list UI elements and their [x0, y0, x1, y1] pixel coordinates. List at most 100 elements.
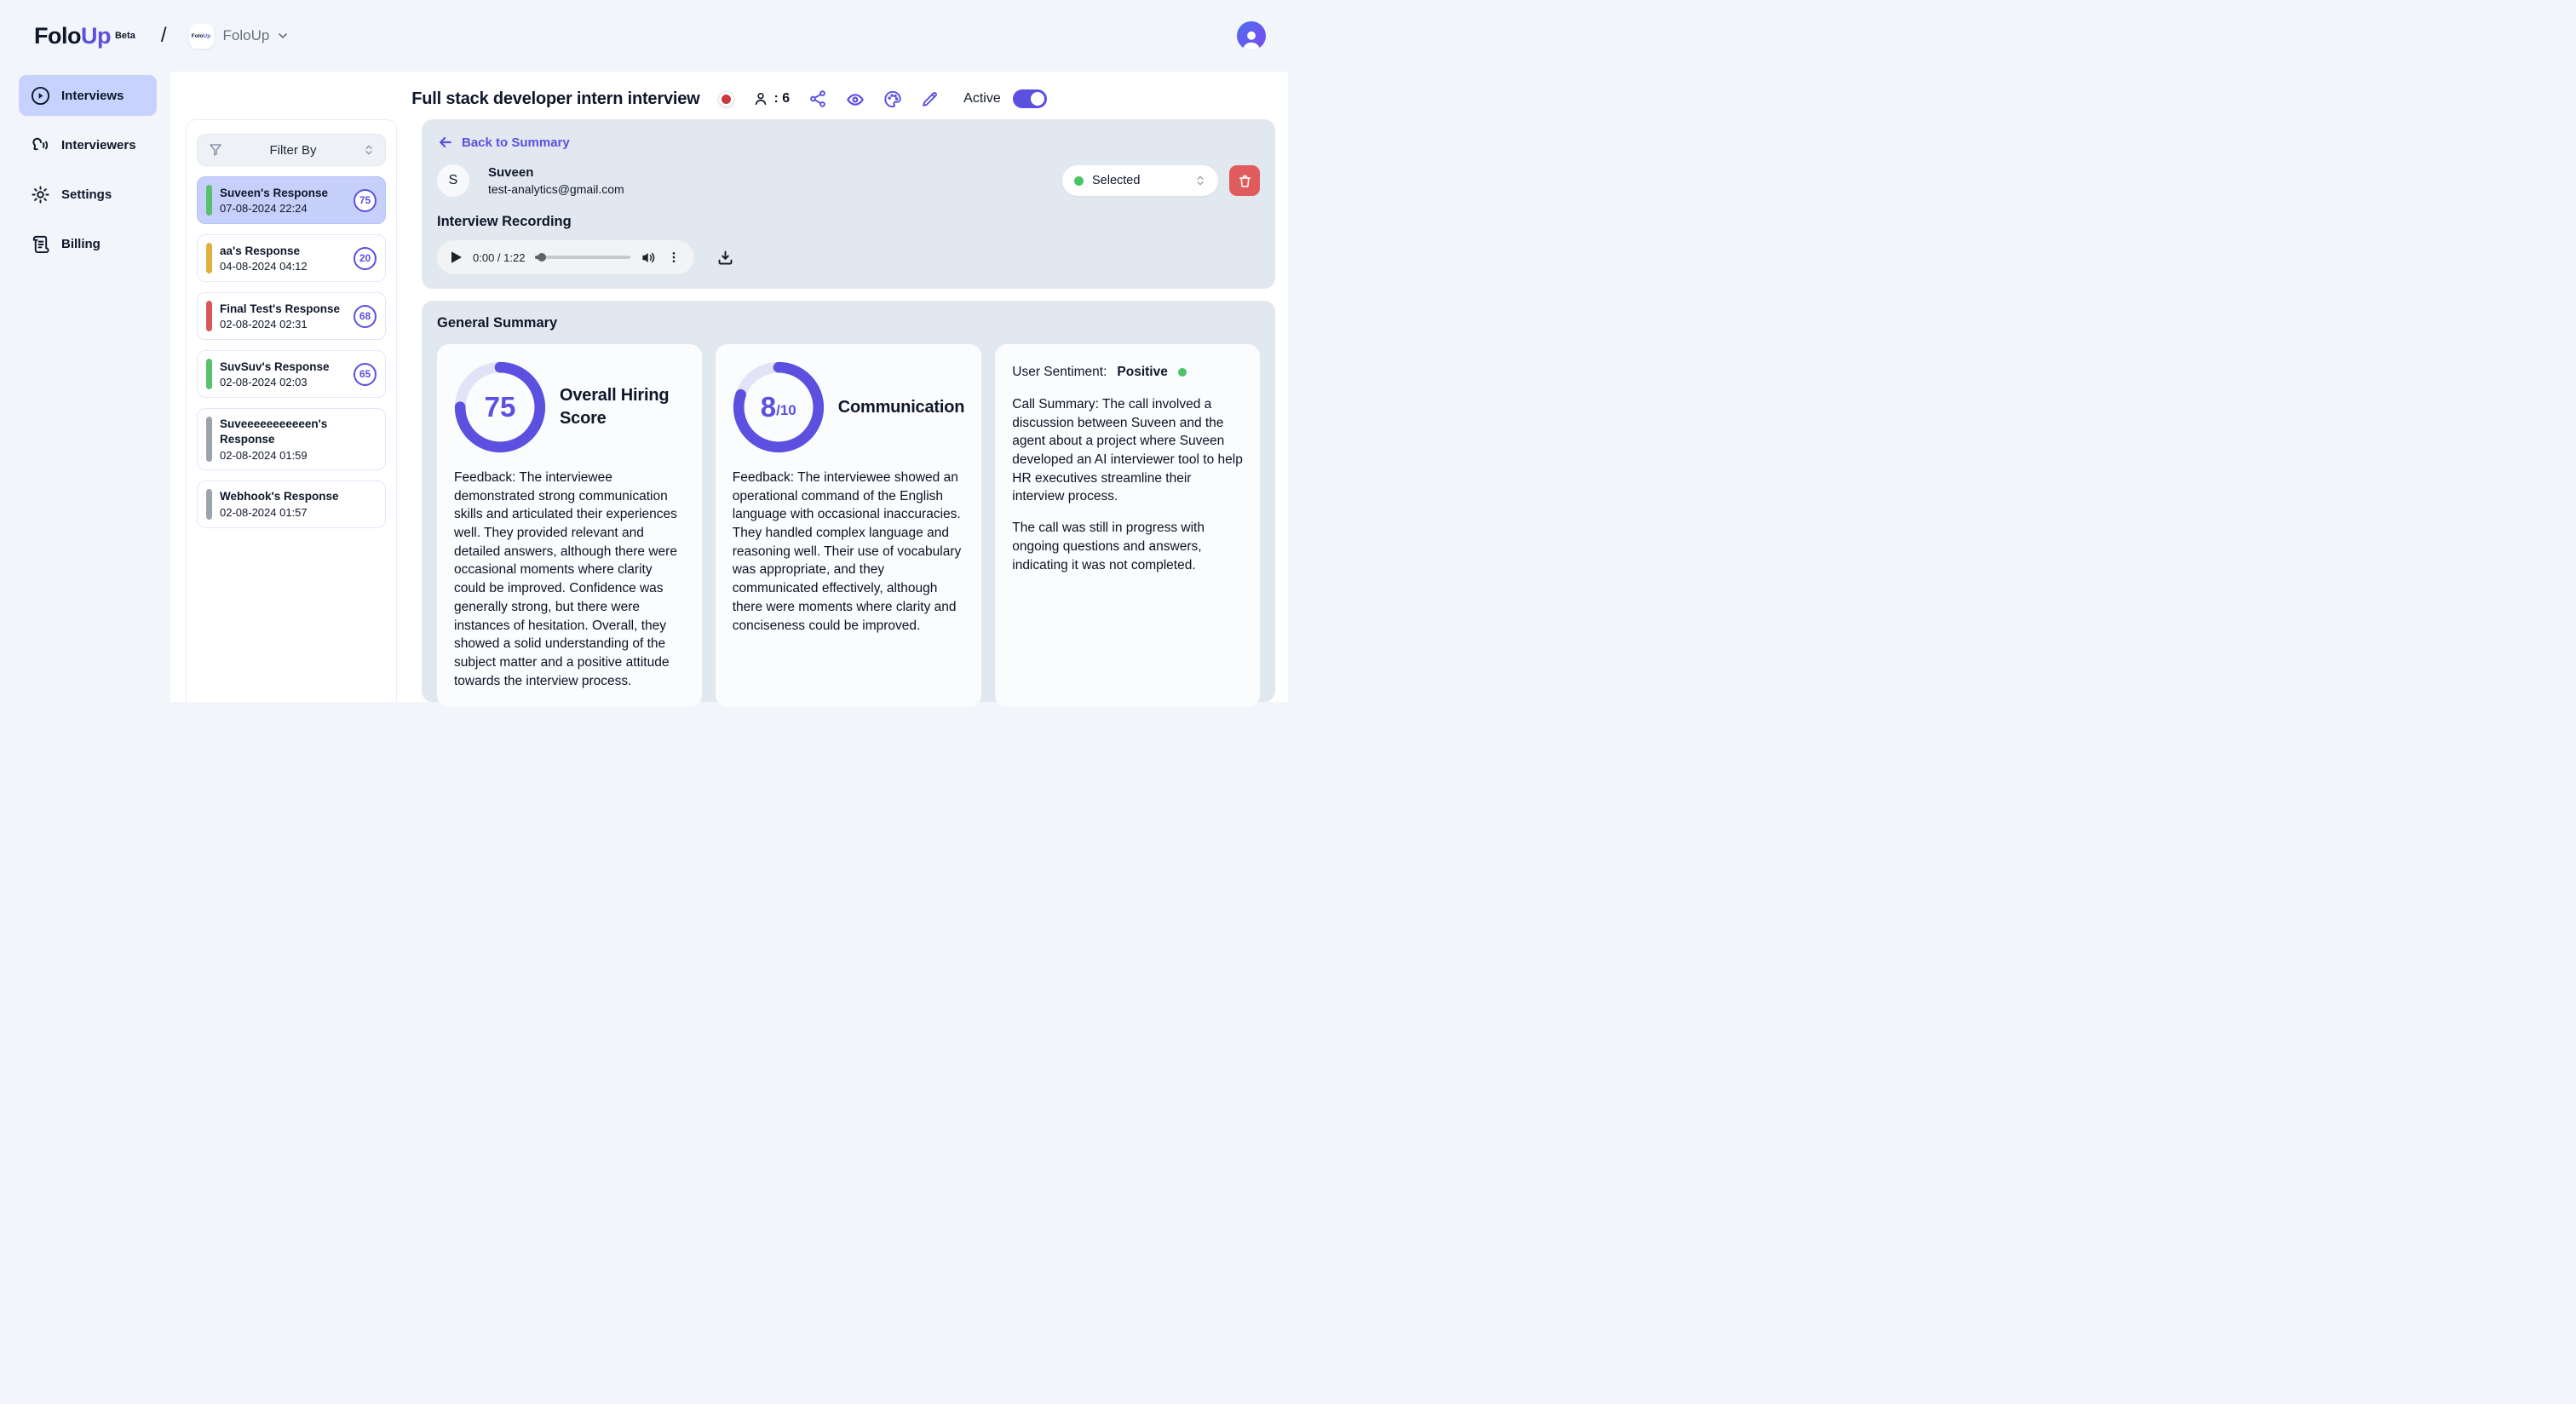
preview-eye-icon[interactable]: [846, 89, 865, 108]
recording-section-title: Interview Recording: [437, 214, 1260, 230]
edit-pencil-icon[interactable]: [921, 89, 940, 108]
response-date: 02-08-2024 01:59: [220, 449, 377, 462]
sentiment-card: User Sentiment: Positive Call Summary: T…: [995, 344, 1260, 707]
sidebar-item-label: Billing: [61, 237, 101, 251]
card-feedback: Feedback: The interviewee demonstrated s…: [454, 469, 685, 690]
card-title: Communication: [838, 396, 965, 419]
card-title: Overall Hiring Score: [560, 384, 685, 430]
back-to-summary-link[interactable]: Back to Summary: [437, 134, 570, 151]
active-label: Active: [963, 91, 1001, 106]
card-feedback: Feedback: The interviewee showed an oper…: [733, 469, 965, 635]
user-avatar[interactable]: [1237, 21, 1266, 50]
chevron-down-icon[interactable]: [276, 29, 290, 43]
active-toggle[interactable]: [1013, 89, 1047, 108]
response-item[interactable]: aa's Response 04-08-2024 04:12 20: [197, 234, 386, 282]
chevrons-up-down-icon: [363, 144, 375, 156]
respondent-email: test-analytics@gmail.com: [488, 182, 624, 196]
response-detail: Back to Summary S Suveen test-analytics@…: [422, 119, 1275, 702]
response-item[interactable]: Suveeeeeeeeeeen's Response 02-08-2024 01…: [197, 408, 386, 470]
response-date: 02-08-2024 01:57: [220, 506, 377, 519]
sidebar-item-settings[interactable]: Settings: [19, 174, 157, 215]
funnel-icon: [208, 142, 223, 158]
response-date: 04-08-2024 04:12: [220, 260, 346, 273]
trash-icon: [1238, 174, 1252, 188]
gear-icon: [31, 185, 50, 204]
workspace-name[interactable]: FoloUp: [223, 27, 270, 44]
response-name: SuvSuv's Response: [220, 360, 346, 375]
communication-card: 8/10 Communication Feedback: The intervi…: [716, 344, 982, 707]
filter-label: Filter By: [223, 143, 363, 158]
brand-logo[interactable]: FoloUp: [34, 23, 111, 49]
status-bar: [206, 417, 212, 462]
respondent-name: Suveen: [488, 165, 624, 180]
voice-icon: [31, 135, 50, 155]
interview-title: Full stack developer intern interview: [411, 89, 699, 109]
response-name: Webhook's Response: [220, 489, 377, 504]
volume-icon[interactable]: [641, 250, 657, 266]
score-badge: 68: [354, 305, 377, 328]
status-bar: [206, 243, 212, 273]
sidebar-item-interviews[interactable]: Interviews: [19, 75, 157, 116]
play-circle-icon: [31, 86, 50, 106]
sidebar-item-label: Interviews: [61, 89, 124, 103]
response-date: 07-08-2024 22:24: [220, 202, 346, 215]
status-dot: [1074, 176, 1084, 186]
respondent-count: : 6: [752, 90, 791, 107]
sidebar-item-label: Interviewers: [61, 138, 136, 152]
player-time: 0:00 / 1:22: [473, 251, 525, 264]
response-item[interactable]: Final Test's Response 02-08-2024 02:31 6…: [197, 292, 386, 340]
overall-score-card: 75 Overall Hiring Score Feedback: The in…: [437, 344, 702, 707]
sentiment-value: Positive: [1117, 365, 1167, 380]
response-name: Suveeeeeeeeeeen's Response: [220, 417, 377, 447]
profile-panel: Back to Summary S Suveen test-analytics@…: [422, 119, 1275, 289]
audio-player[interactable]: 0:00 / 1:22: [437, 240, 694, 274]
recording-dot: [719, 92, 733, 106]
main-area: Full stack developer intern interview : …: [170, 72, 1288, 702]
arrow-left-icon: [437, 134, 454, 151]
call-status-text: The call was still in progress with ongo…: [1012, 519, 1243, 574]
response-date: 02-08-2024 02:03: [220, 376, 346, 388]
response-item[interactable]: Webhook's Response 02-08-2024 01:57: [197, 480, 386, 528]
response-item[interactable]: SuvSuv's Response 02-08-2024 02:03 65: [197, 350, 386, 398]
response-name: Final Test's Response: [220, 302, 346, 317]
theme-palette-icon[interactable]: [883, 89, 902, 108]
person-icon: [752, 90, 769, 107]
response-date: 02-08-2024 02:31: [220, 318, 346, 331]
player-seekbar[interactable]: [535, 256, 630, 259]
scroll-icon: [31, 234, 50, 254]
sentiment-dot: [1178, 368, 1187, 377]
filter-dropdown[interactable]: Filter By: [197, 134, 386, 166]
score-badge: 75: [354, 189, 377, 212]
topbar: FoloUp Beta / FoloUp FoloUp: [0, 0, 1288, 72]
sentiment-label: User Sentiment:: [1012, 365, 1107, 380]
score-ring: 8/10: [733, 361, 825, 453]
delete-response-button[interactable]: [1229, 165, 1260, 196]
call-summary-text: Call Summary: The call involved a discus…: [1012, 395, 1243, 506]
score-badge: 65: [354, 363, 377, 386]
response-item[interactable]: Suveen's Response 07-08-2024 22:24 75: [197, 176, 386, 224]
status-label: Selected: [1092, 174, 1186, 187]
response-list: Filter By Suveen's Response 07-08-2024 2…: [186, 119, 397, 702]
response-name: Suveen's Response: [220, 186, 346, 201]
candidate-status-dropdown[interactable]: Selected: [1062, 165, 1218, 196]
status-bar: [206, 185, 212, 216]
download-icon[interactable]: [716, 249, 734, 267]
sidebar: Interviews Interviewers Settings Billing: [0, 72, 170, 702]
play-icon[interactable]: [451, 250, 463, 264]
score-ring: 75: [454, 361, 546, 453]
chevrons-up-down-icon: [1194, 175, 1206, 187]
status-bar: [206, 301, 212, 331]
sidebar-item-interviewers[interactable]: Interviewers: [19, 124, 157, 165]
summary-heading: General Summary: [437, 315, 1260, 331]
kebab-menu-icon[interactable]: [667, 250, 681, 264]
score-badge: 20: [354, 247, 377, 270]
respondent-avatar: S: [437, 164, 469, 197]
status-bar: [206, 359, 212, 389]
beta-badge: Beta: [115, 31, 135, 41]
share-icon[interactable]: [808, 89, 827, 108]
status-bar: [206, 489, 212, 520]
interview-header: Full stack developer intern interview : …: [170, 72, 1288, 119]
general-summary-panel: General Summary 75: [422, 301, 1275, 702]
response-name: aa's Response: [220, 244, 346, 259]
sidebar-item-billing[interactable]: Billing: [19, 223, 157, 264]
